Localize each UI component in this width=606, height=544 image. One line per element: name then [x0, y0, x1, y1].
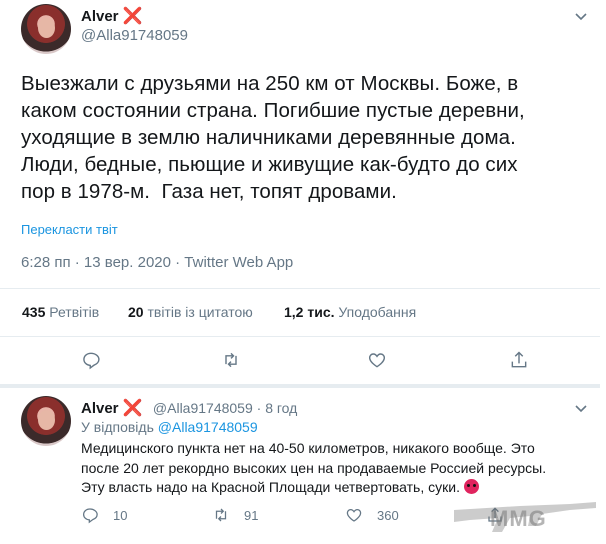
- quotes-label: твітів із цитатою: [147, 304, 253, 320]
- replying-to: У відповідь @Alla91748059: [81, 419, 258, 435]
- author-name[interactable]: Alver: [81, 8, 119, 25]
- author-name-row: Alver ❌: [81, 6, 142, 26]
- retweet-count: 91: [244, 507, 259, 523]
- retweets-stat[interactable]: 435 Ретвітів: [22, 304, 99, 320]
- like-button[interactable]: [367, 350, 387, 375]
- reply-text: Медицинского пункта нет на 40-50 километ…: [81, 439, 546, 498]
- tweet-text-line: Выезжали с друзьями на 250 км от Москвы.…: [21, 72, 519, 95]
- replying-prefix: У відповідь: [81, 419, 154, 435]
- reply-reply-button[interactable]: 10: [81, 506, 127, 524]
- reply-text-line-content: Эту власть надо на Красной Площади четве…: [81, 479, 460, 495]
- replying-handle-link[interactable]: @Alla91748059: [158, 419, 258, 435]
- more-options-button[interactable]: [573, 8, 589, 29]
- retweets-count: 435: [22, 304, 46, 320]
- like-icon: [368, 353, 386, 368]
- chevron-down-icon: [575, 13, 587, 21]
- reply-author-name[interactable]: Alver: [81, 400, 119, 417]
- reply-retweet-button[interactable]: 91: [212, 506, 258, 524]
- quotes-count: 20: [128, 304, 144, 320]
- timestamp[interactable]: 6:28 пп · 13 вер. 2020 · Twitter Web App: [21, 254, 293, 271]
- retweet-button[interactable]: [221, 350, 241, 375]
- reply-more-options-button[interactable]: [573, 400, 589, 421]
- reply-icon: [83, 352, 100, 370]
- x-mark-icon: ❌: [122, 8, 143, 25]
- tweet-text-line: пор в 1978-м. Газа нет, топят дровами.: [21, 180, 397, 203]
- reply-text-line: после 20 лет рекордно высоких цен на про…: [81, 459, 547, 476]
- avatar[interactable]: [21, 4, 71, 54]
- reply-header: Alver ❌ @Alla91748059 · 8 год: [81, 398, 297, 418]
- likes-label: Уподобання: [338, 304, 417, 320]
- tweet-text: Выезжали с друзьями на 250 км от Москвы.…: [21, 70, 525, 205]
- chevron-down-icon: [575, 405, 587, 413]
- share-icon: [511, 351, 527, 368]
- tweet-text-line: Люди, бедные, пьющие и живущие как-будто…: [21, 153, 518, 176]
- reply-text-line: Медицинского пункта нет на 40-50 километ…: [81, 440, 535, 456]
- reply-avatar[interactable]: [21, 396, 71, 446]
- translate-link[interactable]: Перекласти твіт: [21, 222, 118, 237]
- tweet-text-line: уходящие в землю наличниками деревянные …: [21, 126, 516, 149]
- likes-stat[interactable]: 1,2 тис. Уподобання: [284, 304, 416, 320]
- quotes-stat[interactable]: 20 твітів із цитатою: [128, 304, 253, 320]
- tweet-text-line: каком состоянии страна. Погибшие пустые …: [21, 99, 525, 122]
- author-handle[interactable]: @Alla91748059: [81, 27, 188, 44]
- reply-handle-time[interactable]: @Alla91748059 · 8 год: [153, 400, 297, 416]
- watermark-text: MMG: [490, 506, 547, 531]
- share-button[interactable]: [509, 350, 529, 375]
- retweet-icon: [215, 508, 227, 522]
- like-count: 360: [377, 507, 399, 523]
- retweets-label: Ретвітів: [49, 304, 100, 320]
- reply-icon: [82, 508, 98, 524]
- x-mark-icon: ❌: [122, 400, 143, 417]
- watermark: MMG: [450, 492, 600, 540]
- likes-count: 1,2 тис.: [284, 304, 335, 320]
- reply-count: 10: [113, 507, 128, 523]
- reply-button[interactable]: [81, 350, 101, 375]
- reply-like-button[interactable]: 360: [345, 506, 399, 524]
- retweet-icon: [225, 352, 237, 368]
- like-icon: [346, 508, 362, 522]
